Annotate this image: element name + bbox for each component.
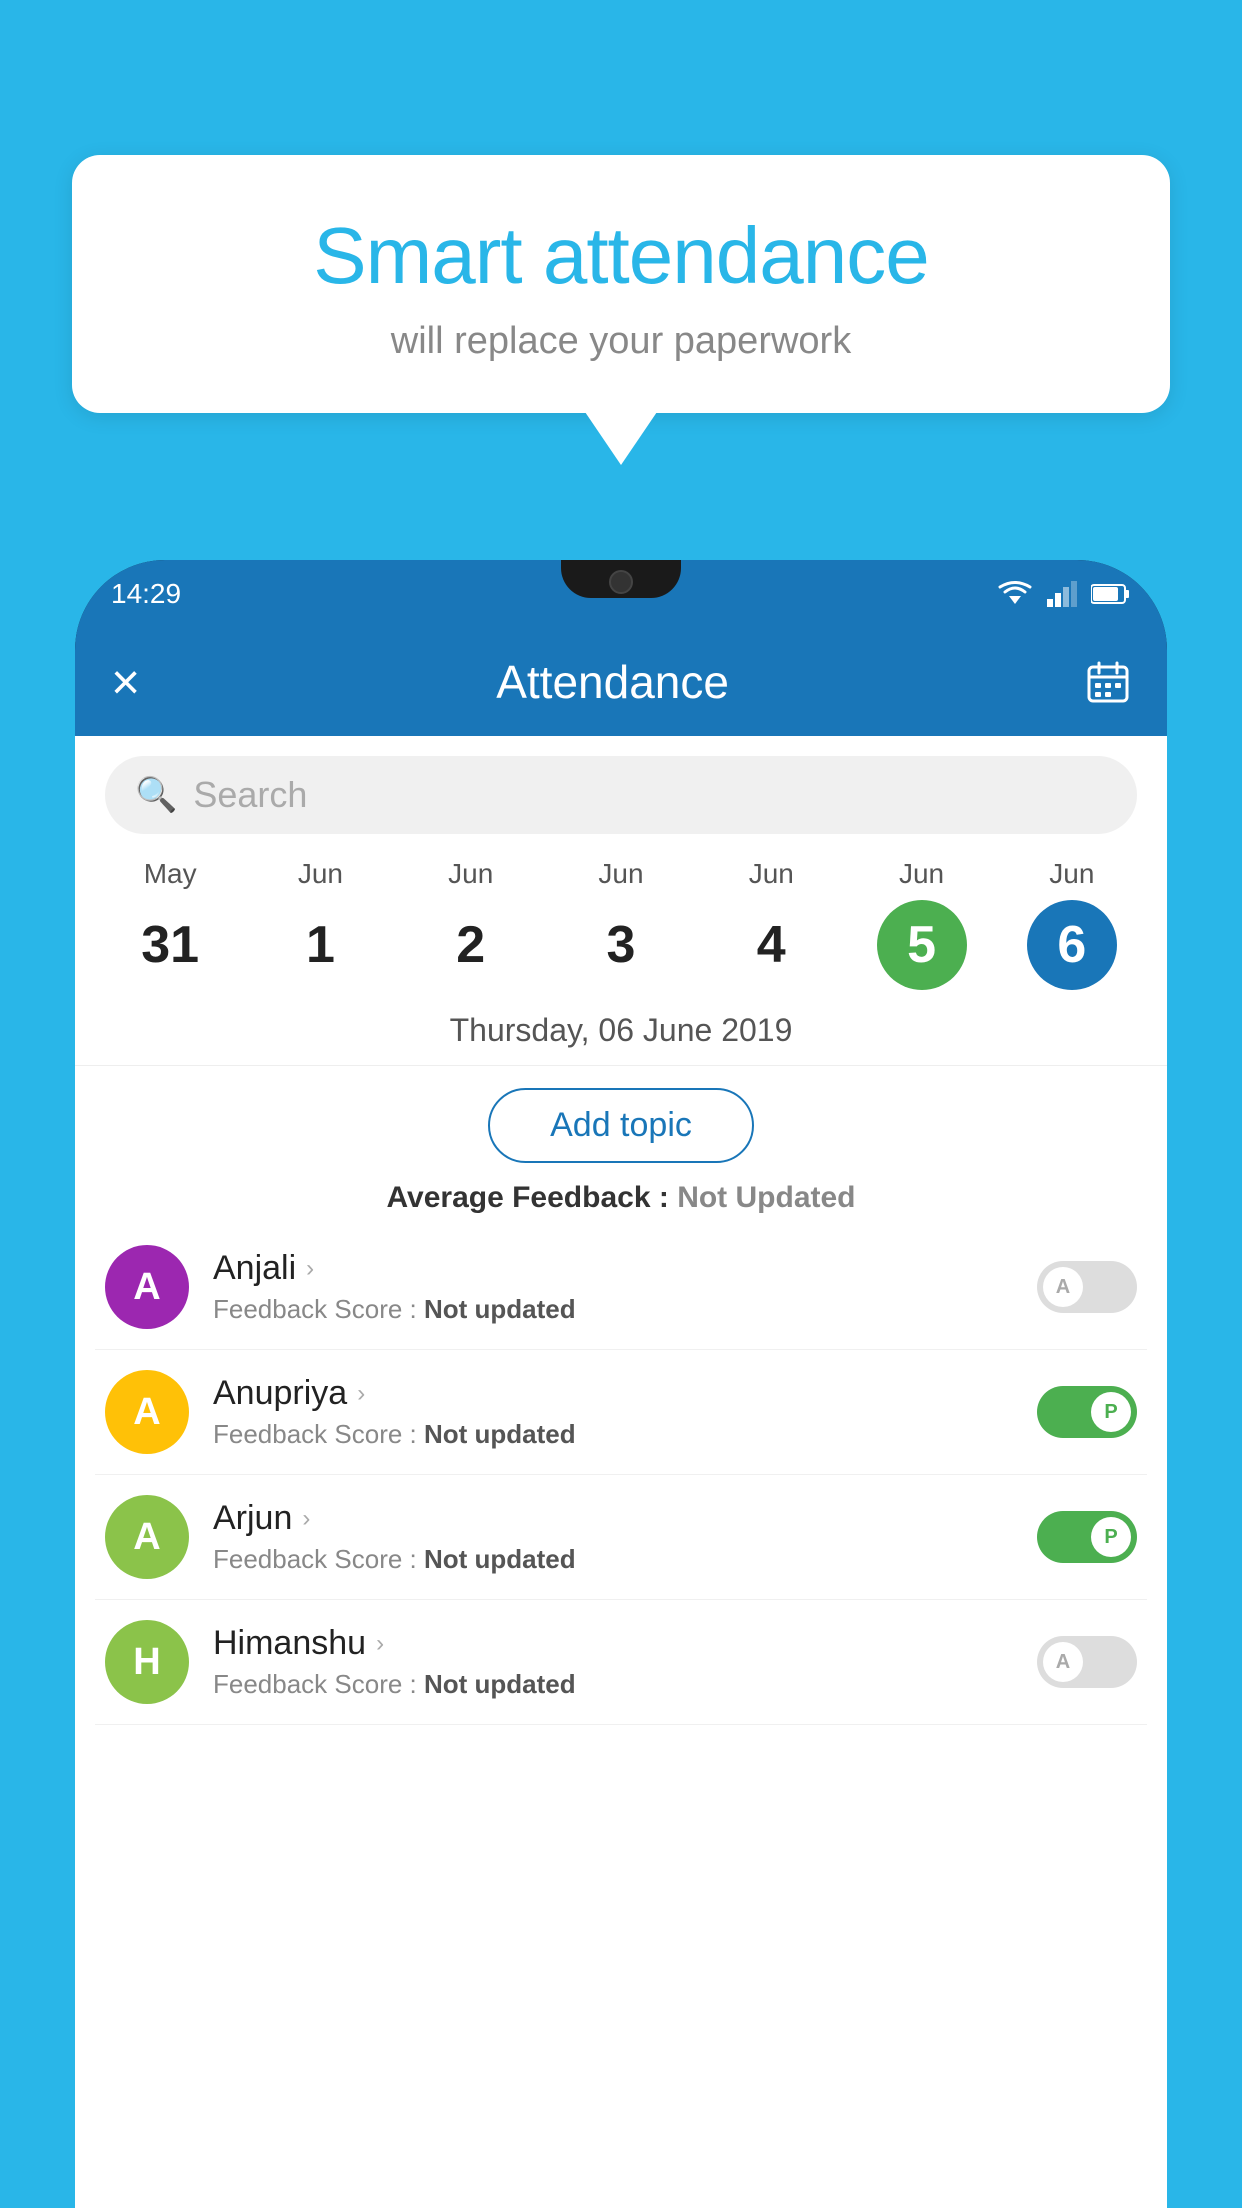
student-item[interactable]: A Arjun › Feedback Score : Not updated P bbox=[95, 1475, 1147, 1600]
cal-month: Jun bbox=[448, 858, 493, 890]
search-icon: 🔍 bbox=[135, 775, 177, 815]
wifi-icon bbox=[997, 580, 1033, 608]
student-name[interactable]: Himanshu › bbox=[213, 1624, 1013, 1663]
cal-month: Jun bbox=[749, 858, 794, 890]
phone-content: 🔍 Search May 31 Jun 1 Jun 2 Jun 3 Jun 4 … bbox=[75, 736, 1167, 2208]
search-input[interactable]: Search bbox=[193, 774, 307, 816]
student-info: Arjun › Feedback Score : Not updated bbox=[213, 1499, 1013, 1575]
bubble-title: Smart attendance bbox=[132, 210, 1110, 302]
cal-date[interactable]: 6 bbox=[1027, 900, 1117, 990]
cal-month: May bbox=[144, 858, 197, 890]
cal-date[interactable]: 5 bbox=[877, 900, 967, 990]
calendar-day[interactable]: Jun 6 bbox=[1017, 858, 1127, 990]
calendar-day[interactable]: Jun 3 bbox=[566, 858, 676, 990]
speech-bubble: Smart attendance will replace your paper… bbox=[72, 155, 1170, 413]
student-info: Himanshu › Feedback Score : Not updated bbox=[213, 1624, 1013, 1700]
student-info: Anupriya › Feedback Score : Not updated bbox=[213, 1374, 1013, 1450]
calendar-day[interactable]: Jun 1 bbox=[265, 858, 375, 990]
student-score: Feedback Score : Not updated bbox=[213, 1669, 1013, 1700]
student-list: A Anjali › Feedback Score : Not updated … bbox=[75, 1225, 1167, 1725]
chevron-icon: › bbox=[357, 1380, 365, 1408]
student-name[interactable]: Anjali › bbox=[213, 1249, 1013, 1288]
app-bar: × Attendance bbox=[75, 628, 1167, 736]
phone-camera bbox=[609, 570, 633, 594]
status-time: 14:29 bbox=[111, 578, 181, 610]
avg-feedback: Average Feedback : Not Updated bbox=[75, 1163, 1167, 1225]
student-avatar: A bbox=[105, 1370, 189, 1454]
status-icons bbox=[997, 580, 1131, 608]
avg-feedback-value: Not Updated bbox=[677, 1181, 855, 1214]
chevron-icon: › bbox=[302, 1505, 310, 1533]
bubble-subtitle: will replace your paperwork bbox=[132, 320, 1110, 363]
toggle-knob: P bbox=[1091, 1392, 1131, 1432]
toggle-knob: A bbox=[1043, 1642, 1083, 1682]
signal-icon bbox=[1047, 581, 1077, 607]
attendance-toggle[interactable]: P bbox=[1037, 1386, 1137, 1438]
cal-date[interactable]: 4 bbox=[726, 900, 816, 990]
attendance-toggle[interactable]: A bbox=[1037, 1261, 1137, 1313]
search-bar[interactable]: 🔍 Search bbox=[105, 756, 1137, 834]
cal-month: Jun bbox=[598, 858, 643, 890]
attendance-toggle[interactable]: P bbox=[1037, 1511, 1137, 1563]
phone-frame: 14:29 × Attendance bbox=[75, 560, 1167, 2208]
attendance-toggle[interactable]: A bbox=[1037, 1636, 1137, 1688]
student-score: Feedback Score : Not updated bbox=[213, 1419, 1013, 1450]
cal-date[interactable]: 2 bbox=[426, 900, 516, 990]
student-avatar: A bbox=[105, 1495, 189, 1579]
app-bar-title: Attendance bbox=[140, 655, 1085, 709]
toggle-knob: A bbox=[1043, 1267, 1083, 1307]
toggle-knob: P bbox=[1091, 1517, 1131, 1557]
cal-date[interactable]: 1 bbox=[275, 900, 365, 990]
calendar-day[interactable]: Jun 4 bbox=[716, 858, 826, 990]
close-button[interactable]: × bbox=[111, 657, 140, 707]
student-score: Feedback Score : Not updated bbox=[213, 1294, 1013, 1325]
student-item[interactable]: A Anjali › Feedback Score : Not updated … bbox=[95, 1225, 1147, 1350]
chevron-icon: › bbox=[306, 1255, 314, 1283]
cal-month: Jun bbox=[899, 858, 944, 890]
phone-notch bbox=[561, 560, 681, 598]
student-name[interactable]: Arjun › bbox=[213, 1499, 1013, 1538]
student-avatar: H bbox=[105, 1620, 189, 1704]
calendar-icon[interactable] bbox=[1085, 659, 1131, 705]
calendar-day[interactable]: Jun 5 bbox=[867, 858, 977, 990]
battery-icon bbox=[1091, 583, 1131, 605]
calendar-row: May 31 Jun 1 Jun 2 Jun 3 Jun 4 Jun 5 Jun… bbox=[75, 844, 1167, 990]
cal-month: Jun bbox=[298, 858, 343, 890]
student-info: Anjali › Feedback Score : Not updated bbox=[213, 1249, 1013, 1325]
chevron-icon: › bbox=[376, 1630, 384, 1658]
cal-date[interactable]: 31 bbox=[125, 900, 215, 990]
avg-feedback-label: Average Feedback : bbox=[386, 1181, 668, 1214]
student-avatar: A bbox=[105, 1245, 189, 1329]
cal-date[interactable]: 3 bbox=[576, 900, 666, 990]
add-topic-button[interactable]: Add topic bbox=[488, 1088, 754, 1163]
date-heading: Thursday, 06 June 2019 bbox=[75, 990, 1167, 1066]
calendar-day[interactable]: May 31 bbox=[115, 858, 225, 990]
cal-month: Jun bbox=[1049, 858, 1094, 890]
student-item[interactable]: A Anupriya › Feedback Score : Not update… bbox=[95, 1350, 1147, 1475]
student-score: Feedback Score : Not updated bbox=[213, 1544, 1013, 1575]
student-name[interactable]: Anupriya › bbox=[213, 1374, 1013, 1413]
student-item[interactable]: H Himanshu › Feedback Score : Not update… bbox=[95, 1600, 1147, 1725]
calendar-day[interactable]: Jun 2 bbox=[416, 858, 526, 990]
